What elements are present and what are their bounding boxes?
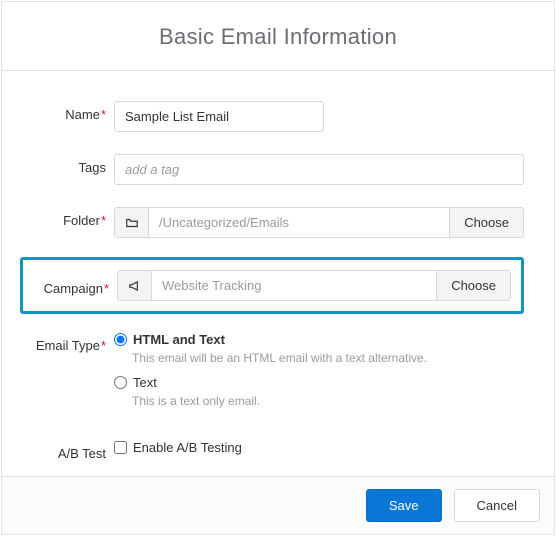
campaign-row-highlighted: Campaign* Website Tracking Choose bbox=[20, 257, 524, 314]
form-body: Name* Tags Folder* /Uncategorized/Emails… bbox=[2, 71, 554, 461]
email-type-text-option[interactable]: Text bbox=[114, 375, 524, 390]
folder-input-group: /Uncategorized/Emails Choose bbox=[114, 207, 524, 238]
abtest-label: A/B Test bbox=[32, 440, 114, 461]
abtest-checkbox-label[interactable]: Enable A/B Testing bbox=[133, 440, 242, 455]
email-type-html-desc: This email will be an HTML email with a … bbox=[132, 351, 524, 365]
email-type-html-label[interactable]: HTML and Text bbox=[133, 332, 225, 347]
name-label: Name* bbox=[32, 101, 114, 122]
campaign-input-group: Website Tracking Choose bbox=[117, 270, 511, 301]
folder-label: Folder* bbox=[32, 207, 114, 228]
tags-label: Tags bbox=[32, 154, 114, 175]
folder-choose-button[interactable]: Choose bbox=[449, 208, 523, 237]
folder-path-display: /Uncategorized/Emails bbox=[149, 208, 449, 237]
cancel-button[interactable]: Cancel bbox=[454, 489, 540, 522]
name-input[interactable] bbox=[114, 101, 324, 132]
email-type-label: Email Type* bbox=[32, 332, 114, 353]
campaign-choose-button[interactable]: Choose bbox=[436, 271, 510, 300]
page-title: Basic Email Information bbox=[2, 24, 554, 50]
tags-input[interactable] bbox=[114, 154, 524, 185]
save-button[interactable]: Save bbox=[366, 489, 442, 522]
folder-icon bbox=[115, 208, 149, 237]
email-type-text-radio[interactable] bbox=[114, 376, 127, 389]
email-type-html-radio[interactable] bbox=[114, 333, 127, 346]
abtest-option[interactable]: Enable A/B Testing bbox=[114, 440, 524, 455]
footer-actions: Save Cancel bbox=[2, 476, 554, 534]
panel-header: Basic Email Information bbox=[2, 2, 554, 71]
basic-email-info-panel: Basic Email Information Name* Tags Folde… bbox=[1, 1, 555, 535]
tags-row: Tags bbox=[32, 154, 524, 185]
campaign-value-display: Website Tracking bbox=[152, 271, 436, 300]
name-row: Name* bbox=[32, 101, 524, 132]
abtest-row: A/B Test Enable A/B Testing bbox=[32, 440, 524, 461]
email-type-html-option[interactable]: HTML and Text bbox=[114, 332, 524, 347]
campaign-icon bbox=[118, 271, 152, 300]
abtest-checkbox[interactable] bbox=[114, 441, 127, 454]
email-type-row: Email Type* HTML and Text This email wil… bbox=[32, 332, 524, 418]
email-type-text-label[interactable]: Text bbox=[133, 375, 157, 390]
campaign-label: Campaign* bbox=[23, 275, 117, 296]
folder-row: Folder* /Uncategorized/Emails Choose bbox=[32, 207, 524, 238]
email-type-text-desc: This is a text only email. bbox=[132, 394, 524, 408]
